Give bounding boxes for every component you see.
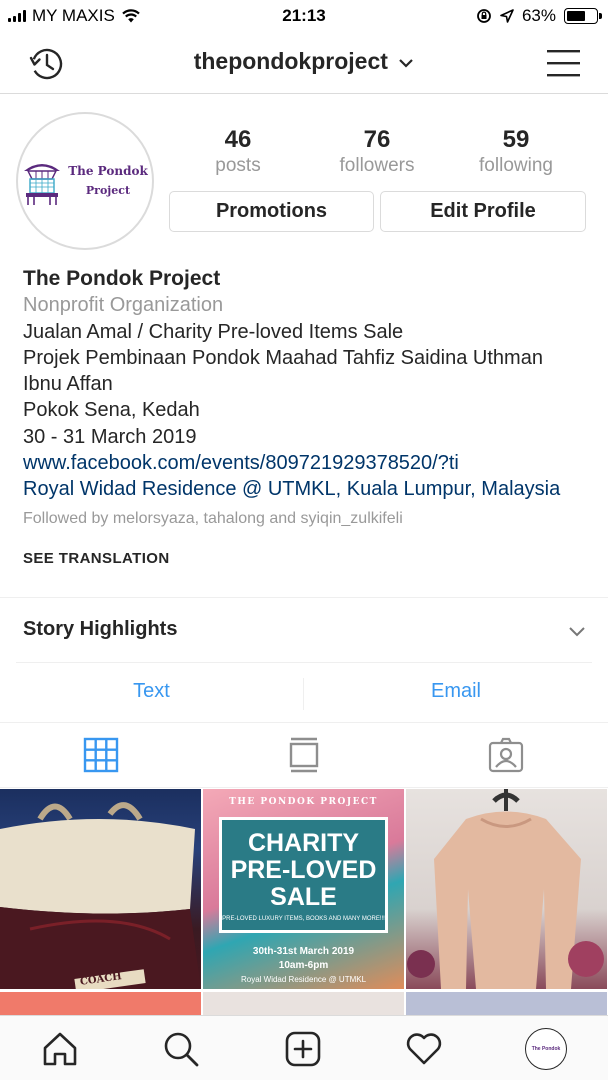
post-thumbnail[interactable] <box>0 992 201 1015</box>
poster-hours-text: 10am-6pm <box>278 960 329 971</box>
feed-icon[interactable] <box>286 737 322 773</box>
see-translation-button[interactable]: SEE TRANSLATION <box>23 550 170 567</box>
battery-percent: 63% <box>521 6 556 25</box>
divider <box>0 597 608 598</box>
grid-icon[interactable] <box>83 737 119 773</box>
poster-org: THE PONDOK PROJECT <box>229 797 378 807</box>
bag-photo <box>0 802 201 989</box>
search-icon[interactable] <box>162 1030 200 1068</box>
followed-by-text[interactable]: Followed by melorsyaza, tahalong and syi… <box>23 509 593 529</box>
post-thumbnail[interactable]: THE PONDOK PROJECT CHARITY PRE-LOVED SAL… <box>203 789 404 989</box>
home-icon[interactable] <box>41 1030 79 1068</box>
poster-fine-print: PRE-LOVED LUXURY ITEMS, BOOKS AND MANY M… <box>222 916 385 922</box>
bio-line: Projek Pembinaan Pondok Maahad Tahfiz Sa… <box>23 346 543 369</box>
hamburger-menu-icon[interactable] <box>546 46 582 80</box>
profile-header: thepondokproject <box>0 32 608 94</box>
profile-category: Nonprofit Organization <box>23 294 224 317</box>
post-thumbnail[interactable]: COACH <box>0 789 201 989</box>
activity-heart-icon[interactable] <box>405 1030 443 1068</box>
pondok-house-icon <box>24 164 61 205</box>
story-highlights-label[interactable]: Story Highlights <box>23 618 177 641</box>
bio-line: 30 - 31 March 2019 <box>23 425 197 448</box>
bio-line: Jualan Amal / Charity Pre-loved Items Sa… <box>23 320 404 343</box>
profile-tabs <box>0 722 608 788</box>
avatar-mini-logo: The Pondok <box>531 1046 561 1052</box>
poster-date-text: 30th-31st March 2019 <box>252 946 355 957</box>
username-switcher[interactable]: thepondokproject <box>0 48 608 75</box>
posts-grid: COACH THE PONDOK PROJECT CHARITY PRE-LOV… <box>0 789 608 1015</box>
posts-count: 46 <box>224 126 252 153</box>
posts-label: posts <box>215 155 261 176</box>
location-link[interactable]: Royal Widad Residence @ UTMKL, Kuala Lum… <box>23 476 593 502</box>
post-thumbnail[interactable] <box>406 789 607 989</box>
profile-stats: 46 posts 76 followers 59 following <box>168 126 588 182</box>
chevron-down-icon[interactable] <box>568 622 586 640</box>
stat-followers[interactable]: 76 followers <box>317 126 437 178</box>
bio-line: Pokok Sena, Kedah <box>23 399 200 422</box>
battery-fill <box>567 11 585 21</box>
logo-line-2: Project <box>85 184 131 197</box>
profile-bio: The Pondok Project Nonprofit Organizatio… <box>23 266 593 529</box>
profile-avatar[interactable]: The Pondok Project <box>16 112 154 250</box>
post-thumbnail[interactable] <box>406 992 607 1015</box>
stat-following[interactable]: 59 following <box>456 126 576 178</box>
logo-text: The Pondok Project <box>68 161 148 201</box>
username: thepondokproject <box>193 48 388 74</box>
stat-posts[interactable]: 46 posts <box>178 126 298 178</box>
bottom-nav: The Pondok <box>0 1015 608 1080</box>
poster-headline: PRE-LOVED <box>230 856 377 884</box>
logo-line-1: The Pondok <box>68 164 148 178</box>
following-label: following <box>479 155 553 176</box>
profile-name: The Pondok Project <box>23 267 221 290</box>
poster-date: 30th-31st March 2019 10am-6pm <box>203 945 404 973</box>
divider <box>16 662 592 663</box>
pondok-logo: The Pondok Project <box>21 117 149 245</box>
rotation-lock-icon <box>477 9 491 23</box>
battery-icon <box>564 8 602 24</box>
post-thumbnail[interactable] <box>203 992 404 1015</box>
followers-label: followers <box>339 155 415 176</box>
new-post-icon[interactable] <box>284 1030 322 1068</box>
profile-avatar[interactable]: The Pondok <box>525 1028 567 1070</box>
poster-headline-box: CHARITY PRE-LOVED SALE PRE-LOVED LUXURY … <box>219 817 388 933</box>
following-count: 59 <box>502 126 530 153</box>
text-contact-button[interactable]: Text <box>0 680 303 703</box>
followers-count: 76 <box>363 126 391 153</box>
location-arrow-icon <box>500 9 514 23</box>
chevron-down-icon <box>399 59 414 68</box>
blouse-photo <box>407 789 604 989</box>
email-contact-button[interactable]: Email <box>304 680 608 703</box>
poster-headline: SALE <box>270 883 337 911</box>
status-bar: MY MAXIS 21:13 63% <box>0 0 608 32</box>
status-right: 63% <box>476 6 602 26</box>
website-link[interactable]: www.facebook.com/events/809721929378520/… <box>23 450 593 476</box>
edit-profile-button[interactable]: Edit Profile <box>380 191 586 232</box>
promotions-button[interactable]: Promotions <box>169 191 374 232</box>
tagged-icon[interactable] <box>488 737 524 773</box>
poster-venue: Royal Widad Residence @ UTMKL <box>240 975 367 984</box>
bio-line: Ibnu Affan <box>23 373 113 396</box>
poster-headline: CHARITY <box>247 829 360 857</box>
